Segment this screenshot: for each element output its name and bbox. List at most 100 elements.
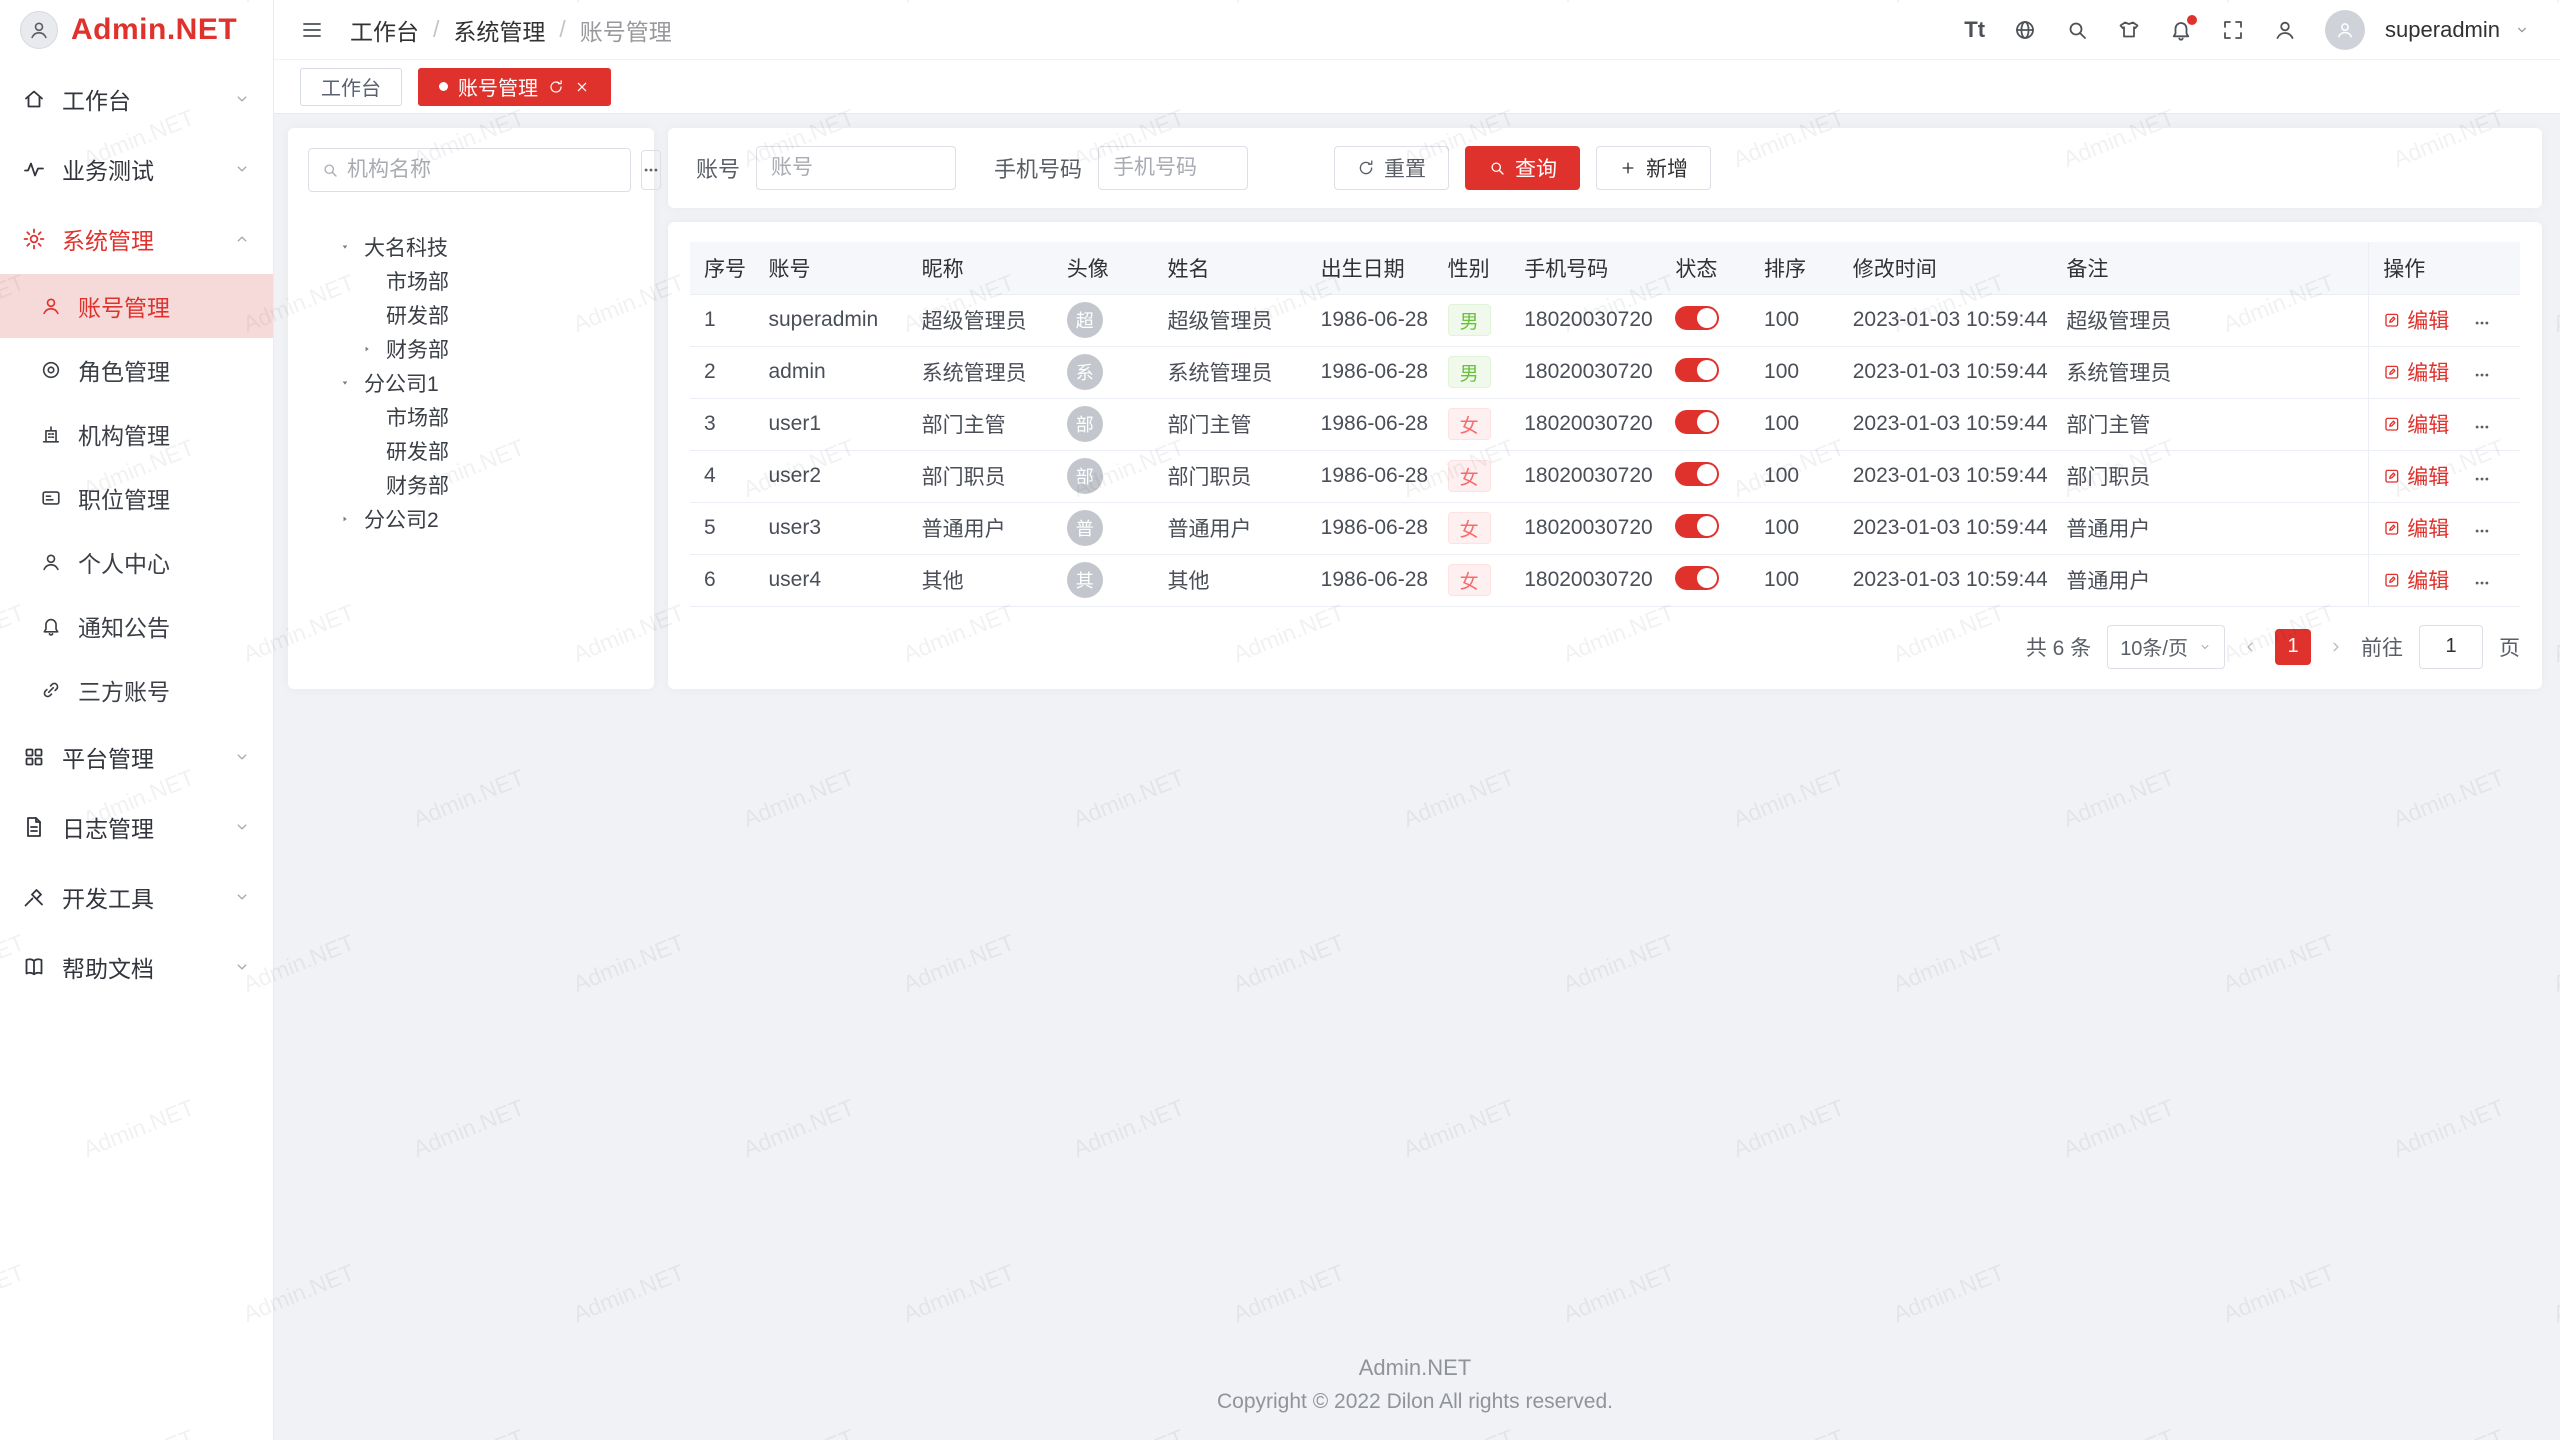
tree-node[interactable]: 研发部 xyxy=(308,298,634,332)
theme-icon[interactable] xyxy=(2117,18,2141,42)
caret-right-icon[interactable] xyxy=(338,512,352,526)
cell-account: user2 xyxy=(754,450,907,502)
breadcrumb-item[interactable]: 系统管理 xyxy=(453,13,545,47)
sidebar-item-help-docs[interactable]: 帮助文档 xyxy=(0,932,273,1002)
refresh-icon[interactable] xyxy=(548,79,564,95)
tree-node[interactable]: 市场部 xyxy=(308,400,634,434)
avatar: 部 xyxy=(1067,406,1103,442)
tree-node[interactable]: 大名科技 xyxy=(308,230,634,264)
cell-phone: 18020030720 xyxy=(1510,346,1661,398)
chevron-down-icon[interactable] xyxy=(2514,22,2530,38)
sidebar-item-org-management[interactable]: 机构管理 xyxy=(0,402,273,466)
app-logo[interactable]: Admin.NET xyxy=(0,0,273,60)
username[interactable]: superadmin xyxy=(2385,17,2500,43)
edit-button[interactable]: 编辑 xyxy=(2383,305,2449,335)
search-icon[interactable] xyxy=(2065,18,2089,42)
sidebar-item-system-management[interactable]: 系统管理 xyxy=(0,204,273,274)
edit-button[interactable]: 编辑 xyxy=(2383,461,2449,491)
more-actions-button[interactable] xyxy=(2473,366,2491,384)
goto-page-input[interactable] xyxy=(2419,625,2483,669)
sidebar-item-account-management[interactable]: 账号管理 xyxy=(0,274,273,338)
tree-node[interactable]: 财务部 xyxy=(308,468,634,502)
tree-node[interactable]: 财务部 xyxy=(308,332,634,366)
cell-status xyxy=(1661,554,1750,606)
phone-input[interactable] xyxy=(1098,146,1248,190)
user-icon[interactable] xyxy=(2273,18,2297,42)
cell-order: 100 xyxy=(1750,294,1839,346)
caret-right-icon[interactable] xyxy=(360,342,374,356)
tree-more-button[interactable] xyxy=(641,150,661,190)
caret-down-icon[interactable] xyxy=(338,240,352,254)
page-size-select[interactable]: 10条/页 xyxy=(2107,625,2225,669)
main-column: 工作台 / 系统管理 / 账号管理 Tt superadmin xyxy=(274,0,2560,1440)
avatar: 普 xyxy=(1067,510,1103,546)
topbar-actions: Tt superadmin xyxy=(1964,10,2530,50)
app-logo-icon xyxy=(20,11,58,49)
more-actions-button[interactable] xyxy=(2473,314,2491,332)
cell-status xyxy=(1661,346,1750,398)
more-actions-button[interactable] xyxy=(2473,574,2491,592)
sidebar-item-dev-tools[interactable]: 开发工具 xyxy=(0,862,273,932)
reset-button[interactable]: 重置 xyxy=(1334,146,1449,190)
cell-modified: 2023-01-03 10:59:44 xyxy=(1839,398,2053,450)
sidebar-item-notice[interactable]: 通知公告 xyxy=(0,594,273,658)
status-toggle[interactable] xyxy=(1675,306,1719,330)
sidebar-item-third-party-account[interactable]: 三方账号 xyxy=(0,658,273,722)
status-toggle[interactable] xyxy=(1675,462,1719,486)
cell-birth: 1986-06-28 xyxy=(1307,346,1434,398)
sidebar-item-position-management[interactable]: 职位管理 xyxy=(0,466,273,530)
edit-button[interactable]: 编辑 xyxy=(2383,357,2449,387)
tree-node[interactable]: 研发部 xyxy=(308,434,634,468)
status-toggle[interactable] xyxy=(1675,358,1719,382)
sidebar: Admin.NET 工作台 业务测试 系统管理 账号管理 xyxy=(0,0,274,1440)
more-actions-button[interactable] xyxy=(2473,522,2491,540)
grid-icon xyxy=(22,745,46,769)
prev-page-button[interactable] xyxy=(2241,638,2259,656)
sidebar-item-business-test[interactable]: 业务测试 xyxy=(0,134,273,204)
breadcrumb-item[interactable]: 工作台 xyxy=(350,13,419,47)
fullscreen-icon[interactable] xyxy=(2221,18,2245,42)
cell-gender: 男 xyxy=(1434,294,1511,346)
sidebar-item-label: 机构管理 xyxy=(78,417,170,451)
org-search-box[interactable] xyxy=(308,148,631,192)
edit-button[interactable]: 编辑 xyxy=(2383,409,2449,439)
status-toggle[interactable] xyxy=(1675,566,1719,590)
search-button[interactable]: 查询 xyxy=(1465,146,1580,190)
cell-index: 5 xyxy=(690,502,754,554)
avatar: 超 xyxy=(1067,302,1103,338)
cell-account: user3 xyxy=(754,502,907,554)
sidebar-item-platform-management[interactable]: 平台管理 xyxy=(0,722,273,792)
language-icon[interactable] xyxy=(2013,18,2037,42)
more-actions-button[interactable] xyxy=(2473,418,2491,436)
sidebar-item-workbench[interactable]: 工作台 xyxy=(0,64,273,134)
edit-button[interactable]: 编辑 xyxy=(2383,565,2449,595)
sidebar-item-role-management[interactable]: 角色管理 xyxy=(0,338,273,402)
chevron-down-icon xyxy=(233,748,251,766)
font-size-icon[interactable]: Tt xyxy=(1964,17,1985,43)
sidebar-item-log-management[interactable]: 日志管理 xyxy=(0,792,273,862)
account-input[interactable] xyxy=(756,146,956,190)
user-avatar[interactable] xyxy=(2325,10,2365,50)
edit-label: 编辑 xyxy=(2407,461,2449,491)
tree-node[interactable]: 市场部 xyxy=(308,264,634,298)
tree-node[interactable]: 分公司2 xyxy=(308,502,634,536)
tree-node[interactable]: 分公司1 xyxy=(308,366,634,400)
chevron-down-icon xyxy=(2198,640,2212,654)
more-actions-button[interactable] xyxy=(2473,470,2491,488)
tab-workbench[interactable]: 工作台 xyxy=(300,68,402,106)
add-button[interactable]: 新增 xyxy=(1596,146,1711,190)
close-icon[interactable] xyxy=(574,79,590,95)
cell-phone: 18020030720 xyxy=(1510,502,1661,554)
tab-account-management[interactable]: 账号管理 xyxy=(418,68,611,106)
menu-toggle-icon[interactable] xyxy=(300,18,324,42)
caret-down-icon[interactable] xyxy=(338,376,352,390)
next-page-button[interactable] xyxy=(2327,638,2345,656)
page-number-button[interactable]: 1 xyxy=(2275,629,2311,665)
notification-bell-icon[interactable] xyxy=(2169,18,2193,42)
sidebar-item-profile-center[interactable]: 个人中心 xyxy=(0,530,273,594)
status-toggle[interactable] xyxy=(1675,410,1719,434)
org-search-input[interactable] xyxy=(347,158,618,182)
tree-node-label: 分公司1 xyxy=(364,368,439,398)
status-toggle[interactable] xyxy=(1675,514,1719,538)
edit-button[interactable]: 编辑 xyxy=(2383,513,2449,543)
